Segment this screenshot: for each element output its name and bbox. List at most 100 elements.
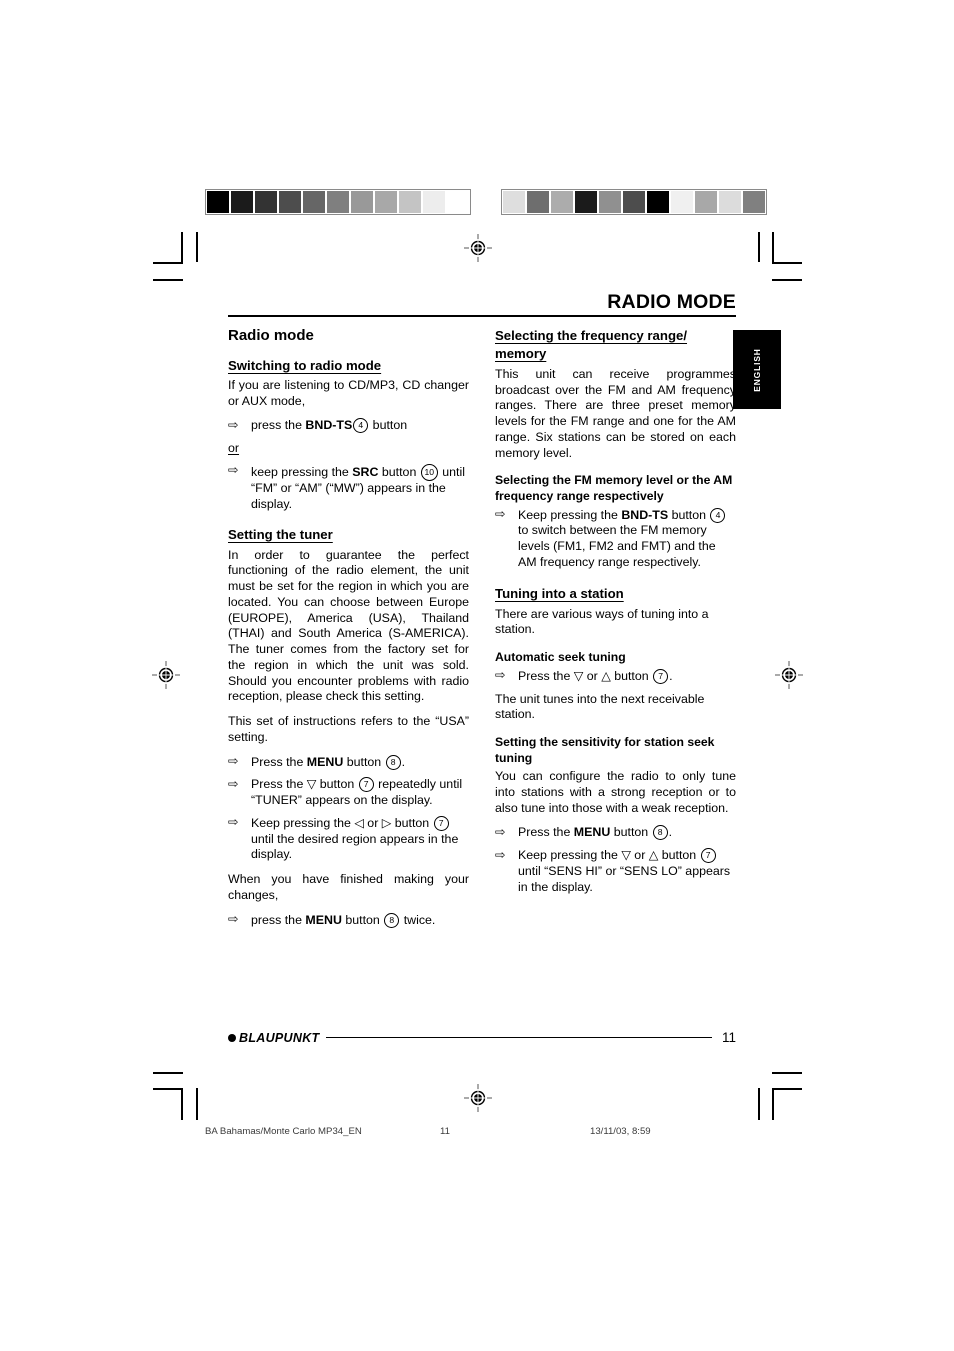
- button-name-menu: MENU: [306, 754, 344, 769]
- paragraph-next-receivable: The unit tunes into the next receivable …: [495, 691, 705, 722]
- reference-number: 7: [433, 815, 449, 831]
- up-triangle-icon: △: [648, 848, 659, 863]
- arrow-bullet-icon: ⇨: [228, 912, 239, 927]
- calibration-left-swatch: [255, 191, 277, 213]
- arrow-bullet-icon: ⇨: [228, 463, 239, 478]
- reference-number: 8: [385, 754, 401, 770]
- calibration-right-swatch: [671, 191, 693, 213]
- calibration-right-swatch: [551, 191, 573, 213]
- step-list-sensitivity: ⇨ Press the MENU button 8. ⇨ Keep pressi…: [495, 825, 736, 895]
- step-text-pre: Press the: [518, 668, 574, 683]
- calibration-right-swatch: [575, 191, 597, 213]
- calibration-bar-right: [501, 189, 767, 215]
- step-text-post: twice.: [400, 912, 436, 927]
- step-list-switching: ⇨ press the BND-TS 4 button: [228, 418, 469, 434]
- step-text-post: to switch between the FM memory levels (…: [518, 523, 716, 569]
- calibration-left-swatch: [423, 191, 445, 213]
- heading-automatic-seek-tuning: Automatic seek tuning: [495, 650, 626, 665]
- arrow-bullet-icon: ⇨: [228, 776, 239, 791]
- list-item: ⇨ Press the MENU button 8.: [228, 754, 469, 771]
- button-name-bnd-ts: BND-TS: [621, 507, 669, 522]
- reference-number: 7: [700, 848, 716, 864]
- page-number: 11: [721, 1030, 736, 1045]
- reference-number: 8: [652, 825, 668, 841]
- list-item: ⇨ Press the ▽ button 7 repeatedly until …: [228, 777, 469, 809]
- calibration-left-swatch: [399, 191, 421, 213]
- paragraph-frequency-ranges: This unit can receive programmes broadca…: [495, 366, 736, 460]
- step-text-mid: button: [658, 848, 700, 863]
- crop-mark-top-left-bleed-horizontal: [153, 279, 183, 281]
- reference-number: 10: [420, 463, 438, 481]
- calibration-bar-left: [205, 189, 471, 215]
- crop-mark-bottom-left-bleed-vertical: [196, 1088, 198, 1120]
- step-text-post: .: [668, 825, 673, 840]
- crop-mark-top-right-horizontal: [772, 262, 802, 264]
- arrow-bullet-icon: ⇨: [495, 847, 506, 862]
- arrow-bullet-icon: ⇨: [495, 507, 506, 521]
- calibration-left-swatch: [351, 191, 373, 213]
- step-text-or: or: [363, 815, 382, 830]
- step-text-mid: button: [341, 912, 384, 927]
- down-triangle-icon: ▽: [621, 848, 631, 863]
- calibration-left-swatch: [207, 191, 229, 213]
- crop-mark-bottom-right-bleed-horizontal: [772, 1072, 802, 1074]
- reference-number: 8: [384, 912, 400, 928]
- list-item: ⇨ Keep pressing the ▽ or △ button 7 unti…: [495, 848, 736, 895]
- button-name-src: SRC: [352, 464, 379, 479]
- crop-mark-bottom-left-bleed-horizontal: [153, 1072, 183, 1074]
- conjunction-or: or: [228, 441, 240, 456]
- crop-mark-top-right-bleed-vertical: [758, 232, 760, 262]
- button-name-bnd-ts: BND-TS: [305, 418, 353, 433]
- step-list-seek-tuning: ⇨ Press the ▽ or △ button 7.: [495, 668, 736, 685]
- arrow-bullet-icon: ⇨: [228, 815, 239, 830]
- crop-mark-top-right-vertical: [772, 232, 774, 264]
- step-text-pre: Keep pressing the: [518, 848, 622, 863]
- calibration-left-swatch: [303, 191, 325, 213]
- step-text-or: or: [583, 668, 602, 683]
- crop-mark-bottom-right-vertical: [772, 1088, 774, 1120]
- list-item: ⇨ press the BND-TS 4 button: [228, 418, 469, 434]
- crop-mark-top-right-bleed-horizontal: [772, 279, 802, 281]
- left-column: Radio mode Switching to radio mode If yo…: [228, 327, 469, 935]
- step-list-switching-alt: ⇨ keep pressing the SRC button 10 until …: [228, 463, 469, 513]
- list-item: ⇨ Keep pressing the ◁ or ▷ button 7 unti…: [228, 815, 469, 863]
- registration-target-left: [152, 661, 180, 689]
- heading-setting-the-tuner: Setting the tuner: [228, 527, 333, 543]
- down-triangle-icon: ▽: [573, 668, 584, 683]
- step-text-pre: press the: [251, 418, 306, 433]
- reference-number: 7: [358, 777, 374, 793]
- step-list-tuner-exit: ⇨ press the MENU button 8 twice.: [228, 912, 469, 929]
- down-triangle-icon: ▽: [306, 777, 317, 792]
- registration-target-bottom: [464, 1084, 492, 1112]
- step-text-mid: button: [668, 507, 710, 522]
- step-text-mid: button: [316, 777, 358, 792]
- two-column-layout: Radio mode Switching to radio mode If yo…: [228, 327, 736, 935]
- blaupunkt-logo: BLAUPUNKT: [228, 1031, 319, 1045]
- logo-text: BLAUPUNKT: [239, 1030, 320, 1045]
- calibration-left-swatch: [279, 191, 301, 213]
- page-content: RADIO MODE Radio mode Switching to radio…: [228, 292, 736, 935]
- step-text-post: until the desired region appears in the …: [251, 831, 459, 862]
- step-text-post: .: [401, 754, 406, 769]
- heading-switching-to-radio-mode: Switching to radio mode: [228, 357, 382, 373]
- calibration-right-swatch: [623, 191, 645, 213]
- step-text-pre: Press the: [251, 777, 307, 792]
- crop-mark-top-left-vertical: [181, 232, 183, 264]
- metadata-page: 11: [440, 1126, 450, 1137]
- arrow-bullet-icon: ⇨: [228, 754, 239, 769]
- step-text-post: button: [369, 418, 408, 433]
- left-triangle-icon: ◁: [354, 815, 364, 830]
- calibration-right-swatch: [695, 191, 717, 213]
- step-text-post: .: [669, 668, 673, 683]
- step-list-memory-level: ⇨ Keep pressing the BND-TS button 4 to s…: [495, 507, 736, 571]
- step-text-mid: button: [378, 464, 420, 479]
- crop-mark-bottom-right-horizontal: [772, 1088, 802, 1090]
- arrow-bullet-icon: ⇨: [228, 417, 239, 432]
- calibration-left-swatch: [375, 191, 397, 213]
- footer-divider: [326, 1037, 712, 1038]
- metadata-date: 13/11/03, 8:59: [590, 1126, 651, 1137]
- step-text-pre: Press the: [518, 825, 574, 840]
- step-text-pre: Keep pressing the: [251, 815, 355, 830]
- crop-mark-top-left-bleed-vertical: [196, 232, 198, 262]
- language-tab-english: ENGLISH: [733, 330, 781, 409]
